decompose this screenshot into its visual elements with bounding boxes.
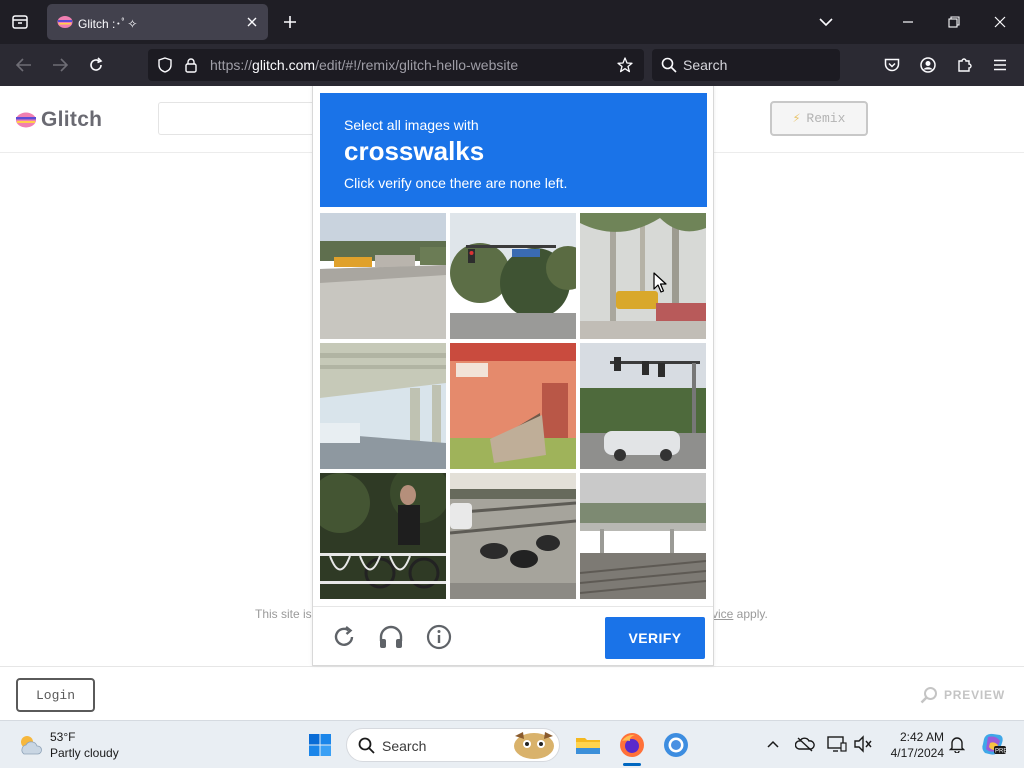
glitch-favicon-icon (57, 15, 73, 29)
show-hidden-icons-chevron-icon[interactable] (762, 733, 784, 755)
partly-cloudy-icon (21, 736, 42, 755)
bookmark-star-icon[interactable] (616, 56, 634, 74)
active-app-indicator (623, 763, 641, 766)
minimize-window-icon[interactable] (894, 8, 922, 36)
search-placeholder: Search (683, 57, 728, 73)
captcha-image-grid (320, 213, 707, 599)
audio-challenge-headphones-icon[interactable] (378, 624, 404, 650)
url-bar[interactable]: https://glitch.com/edit/#!/remix/glitch-… (148, 49, 644, 81)
glitch-footer: Login PREVIEW (0, 666, 1024, 720)
hamburger-menu-icon[interactable] (986, 51, 1014, 79)
lock-icon[interactable] (182, 56, 200, 74)
copilot-pre-icon[interactable]: PRE (980, 731, 1006, 757)
browser-navigation-bar: https://glitch.com/edit/#!/remix/glitch-… (0, 44, 1024, 86)
search-icon (660, 56, 678, 74)
remix-button[interactable]: ⚡ Remix (770, 101, 868, 136)
chrome-icon[interactable] (660, 729, 692, 761)
terms-of-service-link[interactable]: vice (712, 607, 733, 621)
close-tab-icon[interactable] (244, 14, 260, 30)
taskbar-search-icon (358, 737, 375, 754)
captcha-select-label: Select all images with (344, 117, 479, 133)
taskbar-search-label: Search (382, 738, 427, 754)
recaptcha-notice-end: vice apply. (712, 607, 768, 621)
tile-storefront-ramp[interactable] (450, 343, 576, 469)
close-window-icon[interactable] (986, 8, 1014, 36)
project-name-field[interactable] (158, 102, 318, 135)
taskbar-search-box[interactable]: Search (346, 728, 560, 762)
info-icon[interactable] (426, 624, 452, 650)
account-icon[interactable] (914, 51, 942, 79)
tab-list-icon[interactable] (6, 8, 34, 36)
preview-button[interactable]: PREVIEW (920, 685, 1005, 705)
url-text[interactable]: https://glitch.com/edit/#!/remix/glitch-… (210, 57, 518, 73)
captcha-instruction: Click verify once there are none left. (344, 175, 568, 191)
new-tab-icon[interactable] (276, 8, 304, 36)
windows-taskbar: 53°F Partly cloudy Search 2:42 AM 4/17/2… (0, 720, 1024, 768)
glitch-logo-text: Glitch (41, 108, 103, 131)
browser-search-bar[interactable]: Search (652, 49, 840, 81)
lightning-icon: ⚡ (792, 111, 801, 126)
volume-muted-icon[interactable] (852, 733, 874, 755)
mouse-pointer-icon (653, 272, 667, 293)
captcha-footer: VERIFY (313, 606, 713, 666)
notifications-bell-icon[interactable] (946, 733, 968, 755)
firefox-icon[interactable] (616, 729, 648, 761)
restore-window-icon[interactable] (940, 8, 968, 36)
tab-title: Glitch :･ﾟ✧ (78, 17, 138, 31)
back-arrow-icon[interactable] (10, 51, 38, 79)
magnifier-preview-icon (920, 687, 937, 704)
tile-cyclist-railing[interactable] (320, 473, 446, 599)
login-button[interactable]: Login (16, 678, 95, 712)
list-all-tabs-chevron-icon[interactable] (812, 8, 840, 36)
tile-highway-bridge[interactable] (580, 473, 706, 599)
remix-label: Remix (806, 111, 846, 126)
extensions-puzzle-icon[interactable] (950, 51, 978, 79)
weather-widget[interactable]: 53°F Partly cloudy (16, 729, 156, 761)
reload-icon[interactable] (82, 51, 110, 79)
svg-text:PRE: PRE (995, 749, 1006, 755)
clock-date: 4/17/2024 (890, 746, 944, 760)
browser-tab-bar: Glitch :･ﾟ✧ (0, 0, 1024, 44)
glitch-fish-logo-icon (16, 112, 36, 128)
tile-motorcycles-tracks[interactable] (450, 473, 576, 599)
shield-icon[interactable] (156, 56, 174, 74)
weather-description: Partly cloudy (50, 746, 119, 760)
glitch-logo[interactable]: Glitch (15, 107, 102, 133)
windows-start-icon[interactable] (304, 729, 336, 761)
captcha-header: Select all images with crosswalks Click … (320, 93, 707, 207)
browser-tab-glitch[interactable]: Glitch :･ﾟ✧ (47, 4, 268, 40)
verify-button[interactable]: VERIFY (605, 617, 705, 659)
tile-overpass[interactable] (320, 343, 446, 469)
pocket-icon[interactable] (878, 51, 906, 79)
captcha-keyword: crosswalks (344, 136, 485, 166)
reload-challenge-icon[interactable] (331, 624, 357, 650)
forward-arrow-icon[interactable] (46, 51, 74, 79)
file-explorer-icon[interactable] (572, 729, 604, 761)
taskbar-clock[interactable]: 2:42 AM 4/17/2024 (880, 729, 944, 761)
display-network-icon[interactable] (826, 733, 848, 755)
preview-label: PREVIEW (944, 688, 1005, 702)
search-highlight-badge-icon (514, 732, 554, 759)
recaptcha-challenge: Select all images with crosswalks Click … (312, 86, 714, 666)
recaptcha-notice-start: This site is (255, 607, 312, 621)
tile-traffic-lights-car[interactable] (580, 343, 706, 469)
weather-temperature: 53°F (50, 730, 76, 744)
tile-traffic-light-trees[interactable] (450, 213, 576, 339)
tile-school-bus-road[interactable] (320, 213, 446, 339)
tile-taxi-palm-trees[interactable] (580, 213, 706, 339)
onedrive-offline-icon[interactable] (794, 733, 816, 755)
clock-time: 2:42 AM (899, 730, 944, 744)
